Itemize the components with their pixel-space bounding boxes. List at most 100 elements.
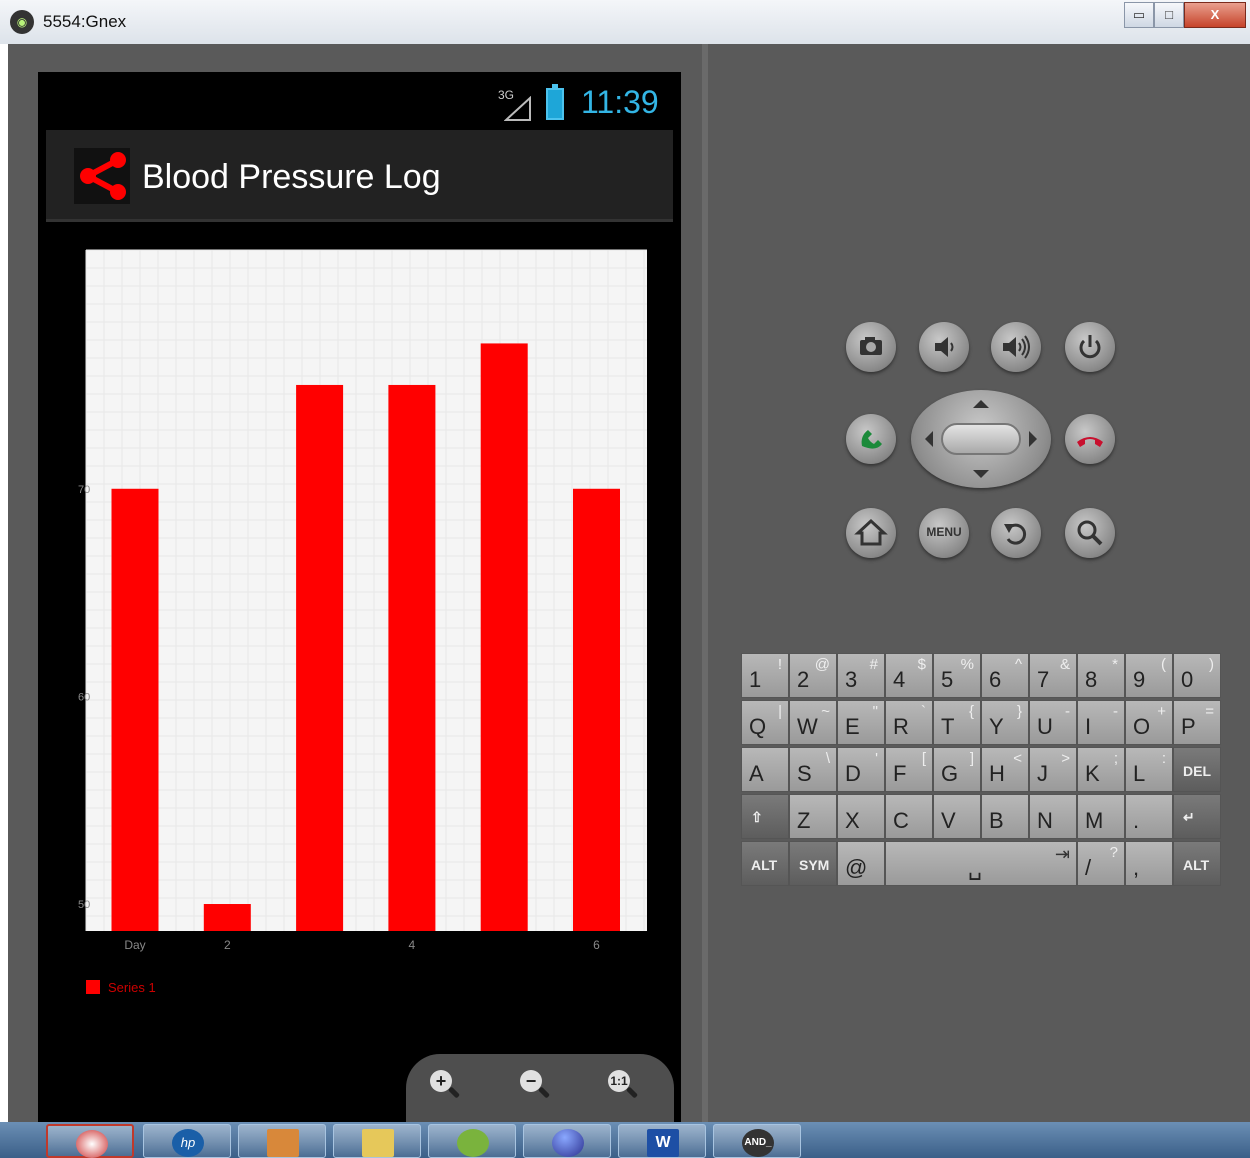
status-clock: 11:39 — [581, 84, 659, 120]
plot-area — [86, 250, 647, 931]
key-l[interactable]: L: — [1125, 747, 1173, 792]
key-r[interactable]: R ` — [885, 700, 933, 745]
key-g[interactable]: G] — [933, 747, 981, 792]
volume-down-icon[interactable] — [919, 322, 969, 372]
zoom-out-icon[interactable]: − — [518, 1068, 554, 1104]
close-button[interactable]: X — [1184, 2, 1246, 28]
key-x[interactable]: X — [837, 794, 885, 839]
task-icon-word[interactable]: W — [618, 1124, 706, 1158]
x-tick-label: 2 — [224, 938, 231, 952]
panel-divider — [702, 44, 708, 1122]
bar-3 — [296, 384, 344, 931]
key-h[interactable]: H < — [981, 747, 1029, 792]
share-icon[interactable] — [74, 148, 130, 204]
task-icon-3[interactable] — [238, 1124, 326, 1158]
key-comma[interactable]: , — [1125, 841, 1173, 886]
task-icon-eclipse[interactable] — [523, 1124, 611, 1158]
zoom-in-icon[interactable]: + — [428, 1068, 464, 1104]
bar-2 — [203, 904, 251, 931]
task-icon-5[interactable] — [428, 1124, 516, 1158]
key-p[interactable]: P = — [1173, 700, 1221, 745]
search-icon[interactable] — [1065, 508, 1115, 558]
key-enter[interactable]: ↵ — [1173, 794, 1221, 839]
key-1[interactable]: 1! — [741, 653, 789, 698]
maximize-button[interactable]: □ — [1154, 2, 1184, 28]
bar-4 — [388, 384, 436, 931]
signal-icon: 3G — [496, 88, 536, 122]
y-tick-label: 60 — [78, 691, 90, 703]
volume-up-icon[interactable] — [991, 322, 1041, 372]
key-shift[interactable]: ⇧ — [741, 794, 789, 839]
app-title: Blood Pressure Log — [142, 158, 441, 196]
task-icon-1[interactable] — [46, 1124, 134, 1158]
key-k[interactable]: K; — [1077, 747, 1125, 792]
minimize-button[interactable]: ▭ — [1124, 2, 1154, 28]
key-6[interactable]: 6 ^ — [981, 653, 1029, 698]
legend-label: Series 1 — [108, 980, 156, 995]
back-icon[interactable] — [991, 508, 1041, 558]
key-alt-right[interactable]: ALT — [1173, 841, 1221, 886]
battery-icon — [546, 84, 564, 120]
bar-6 — [573, 488, 620, 931]
key-s[interactable]: S \ — [789, 747, 837, 792]
key-period[interactable]: . — [1125, 794, 1173, 839]
key-q[interactable]: Q | — [741, 700, 789, 745]
key-m[interactable]: M — [1077, 794, 1125, 839]
key-u[interactable]: U- — [1029, 700, 1077, 745]
key-0[interactable]: 0) — [1173, 653, 1221, 698]
key-b[interactable]: B — [981, 794, 1029, 839]
key-5[interactable]: 5% — [933, 653, 981, 698]
home-icon[interactable] — [846, 508, 896, 558]
bar-chart: 70 60 50 Day 2 4 6 Series 1 — [78, 249, 647, 995]
camera-icon[interactable] — [846, 322, 896, 372]
key-3[interactable]: 3 # — [837, 653, 885, 698]
power-icon[interactable] — [1065, 322, 1115, 372]
phone-screen[interactable]: 3G 11:39 Blood Pressure Log 70 60 50 Day 2 4 6… — [38, 72, 681, 1122]
dpad[interactable] — [911, 390, 1051, 488]
x-tick-label: 6 — [593, 938, 600, 952]
key-space[interactable]: ␣ ⇥ — [885, 841, 1077, 886]
call-icon[interactable] — [846, 414, 896, 464]
key-j[interactable]: J > — [1029, 747, 1077, 792]
window-controls: ▭ □ X — [1124, 2, 1246, 28]
key-a[interactable]: A — [741, 747, 789, 792]
key-4[interactable]: 4 $ — [885, 653, 933, 698]
key-delete[interactable]: DEL — [1173, 747, 1221, 792]
windows-taskbar: hp W AND_ — [0, 1122, 1250, 1158]
key-8[interactable]: 8 * — [1077, 653, 1125, 698]
key-2[interactable]: 2 @ — [789, 653, 837, 698]
key-i[interactable]: I- — [1077, 700, 1125, 745]
key-t[interactable]: T{ — [933, 700, 981, 745]
emulator-app-icon: ◉ — [10, 10, 34, 34]
key-z[interactable]: Z — [789, 794, 837, 839]
key-y[interactable]: Y} — [981, 700, 1029, 745]
dpad-center-button[interactable] — [941, 423, 1021, 455]
zoom-controls: + − 1:1 — [406, 1054, 674, 1122]
key-7[interactable]: 7 & — [1029, 653, 1077, 698]
key-o[interactable]: O + — [1125, 700, 1173, 745]
hardware-keyboard: 1! 2 @3 #4 $5% 6 ^ 7 & 8 * 9(0) Q | W ~ E " R ` T{Y} U - I - O + P… — [741, 652, 1223, 887]
key-slash[interactable]: /? — [1077, 841, 1125, 886]
task-icon-4[interactable] — [333, 1124, 421, 1158]
key-d[interactable]: D ' — [837, 747, 885, 792]
key-e[interactable]: E " — [837, 700, 885, 745]
action-bar: Blood Pressure Log — [46, 130, 673, 222]
key-w[interactable]: W ~ — [789, 700, 837, 745]
key-v[interactable]: V — [933, 794, 981, 839]
task-icon-hp[interactable]: hp — [143, 1124, 231, 1158]
key-sym[interactable]: SYM — [789, 841, 837, 886]
end-call-icon[interactable] — [1065, 414, 1115, 464]
key-alt-left[interactable]: ALT — [741, 841, 789, 886]
window-titlebar: ◉ 5554:Gnex ▭ □ X — [0, 0, 1250, 44]
keyboard-row-numbers: 1! 2 @3 #4 $5% 6 ^ 7 & 8 * 9(0) — [741, 652, 1223, 699]
key-c[interactable]: C — [885, 794, 933, 839]
key-9[interactable]: 9( — [1125, 653, 1173, 698]
zoom-reset-icon[interactable]: 1:1 — [606, 1068, 642, 1104]
task-icon-android[interactable]: AND_ — [713, 1124, 801, 1158]
key-n[interactable]: N — [1029, 794, 1077, 839]
key-f[interactable]: F[ — [885, 747, 933, 792]
key-at[interactable]: @ — [837, 841, 885, 886]
keyboard-row-bottom: ALT SYM @ ␣ ⇥ /? , ALT — [741, 840, 1223, 887]
menu-icon[interactable]: MENU — [919, 508, 969, 558]
x-tick-label: 4 — [409, 938, 416, 952]
